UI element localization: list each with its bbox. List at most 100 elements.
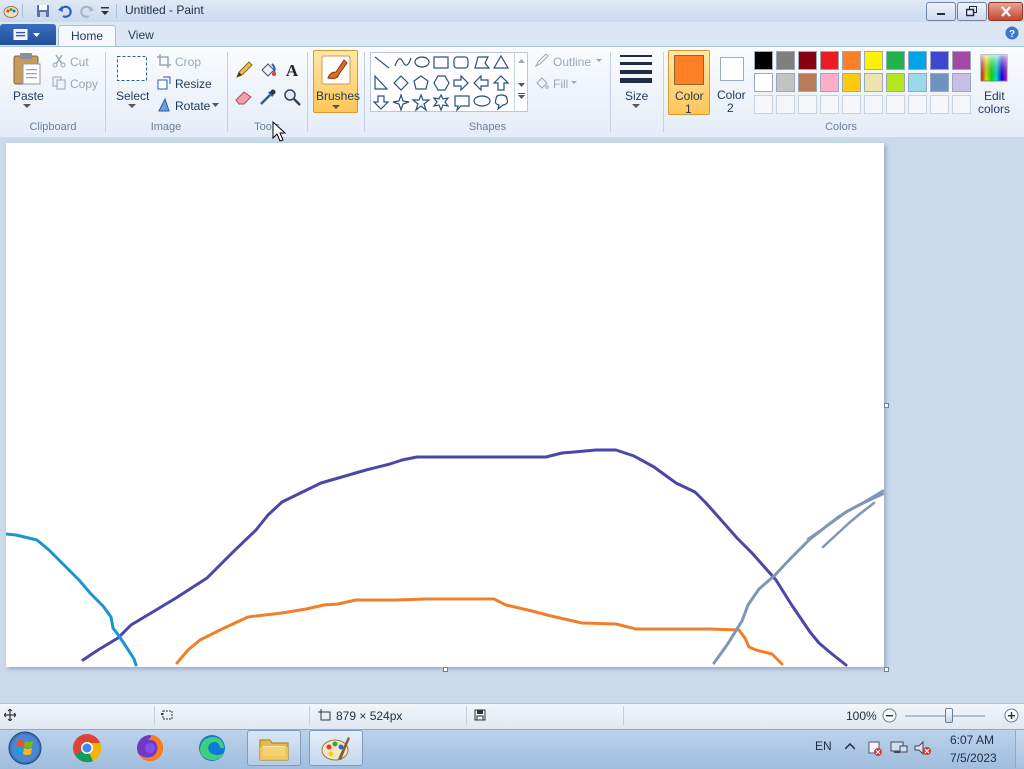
palette-color-swatch[interactable] [842,51,861,70]
clock-date[interactable]: 7/5/2023 [950,751,997,765]
fill-dropdown-icon[interactable] [571,81,577,85]
palette-color-swatch[interactable] [820,51,839,70]
zoom-slider-thumb[interactable] [945,708,953,723]
paint-menu-button[interactable] [0,24,56,45]
color-picker-icon[interactable] [258,87,278,107]
eraser-icon[interactable] [234,87,254,107]
palette-color-swatch[interactable] [776,51,795,70]
fill-with-color-icon[interactable] [258,60,278,80]
undo-icon[interactable] [57,3,73,19]
palette-color-swatch[interactable] [864,73,883,92]
right-arrow-shape-icon [453,74,469,92]
canvas-resize-handle-bottom[interactable] [443,667,448,672]
palette-custom-color-slot[interactable] [864,95,883,114]
palette-color-swatch[interactable] [754,51,773,70]
palette-custom-color-slot[interactable] [820,95,839,114]
color1-button[interactable]: Color 1 [668,50,710,116]
save-icon[interactable] [35,3,51,19]
paint-app-icon[interactable] [3,3,19,19]
palette-color-swatch[interactable] [952,73,971,92]
palette-custom-color-slot[interactable] [930,95,949,114]
palette-color-swatch[interactable] [952,51,971,70]
taskbar-chrome[interactable] [60,730,114,766]
select-dropdown-icon[interactable] [128,104,136,109]
outline-button[interactable]: Outline [553,55,591,69]
rotate-dropdown-icon[interactable] [212,103,219,107]
paste-icon[interactable] [11,52,43,86]
text-icon[interactable]: A [282,60,302,80]
palette-color-swatch[interactable] [798,73,817,92]
outline-dropdown-icon[interactable] [596,59,602,63]
action-center-icon[interactable] [866,740,882,756]
shapes-scrollbar[interactable] [514,53,528,111]
palette-color-swatch[interactable] [908,73,927,92]
palette-custom-color-slot[interactable] [886,95,905,114]
redo-icon[interactable] [79,3,95,19]
resize-button[interactable]: Resize [175,77,212,91]
brushes-button[interactable]: Brushes [313,50,360,113]
edit-colors-icon[interactable] [979,53,1009,83]
canvas-resize-handle-right[interactable] [884,403,889,408]
select-icon[interactable] [116,55,148,83]
zoom-out-icon[interactable] [882,708,897,723]
volume-muted-icon[interactable] [914,740,932,756]
cut-button[interactable]: Cut [70,55,89,69]
palette-color-swatch[interactable] [754,73,773,92]
show-hidden-icons-icon[interactable] [845,743,855,750]
crop-button[interactable]: Crop [175,55,201,69]
pencil-icon[interactable] [234,60,254,80]
palette-color-swatch[interactable] [886,73,905,92]
palette-color-swatch[interactable] [864,51,883,70]
taskbar-paint[interactable] [309,730,363,766]
select-button-label[interactable]: Select [116,89,149,103]
palette-custom-color-slot[interactable] [842,95,861,114]
copy-button[interactable]: Copy [70,77,98,91]
start-button-icon[interactable] [4,730,46,767]
taskbar-edge[interactable] [185,730,239,766]
palette-custom-color-slot[interactable] [754,95,773,114]
tab-home[interactable]: Home [58,25,117,47]
taskbar-file-explorer[interactable] [247,730,301,766]
minimize-button[interactable] [926,2,956,21]
palette-custom-color-slot[interactable] [798,95,817,114]
rotate-button[interactable]: Rotate [175,99,210,113]
magnifier-icon[interactable] [282,87,302,107]
network-icon[interactable] [890,740,908,756]
restore-button[interactable] [957,2,987,21]
clock-time[interactable]: 6:07 AM [950,733,994,747]
drawing-canvas[interactable] [6,143,884,667]
paint-icon [321,737,350,761]
customize-quick-access-icon[interactable] [99,5,111,17]
paste-button-label[interactable]: Paste [13,89,44,103]
fill-button[interactable]: Fill [553,77,568,91]
group-divider [364,52,365,132]
palette-custom-color-slot[interactable] [908,95,927,114]
palette-color-swatch[interactable] [930,73,949,92]
zoom-in-icon[interactable] [1004,708,1019,723]
palette-custom-color-slot[interactable] [776,95,795,114]
paste-dropdown-icon[interactable] [23,104,31,109]
taskbar-firefox[interactable] [123,730,177,766]
show-desktop-button[interactable] [1015,730,1024,768]
help-icon[interactable]: ? [1005,26,1019,40]
tab-view[interactable]: View [116,25,166,46]
palette-color-swatch[interactable] [886,51,905,70]
palette-color-swatch[interactable] [798,51,817,70]
palette-color-swatch[interactable] [776,73,795,92]
colors-group-label: Colors [825,121,857,133]
palette-color-swatch[interactable] [820,73,839,92]
color2-button[interactable]: Color 2 [712,50,752,115]
language-indicator[interactable]: EN [815,739,832,753]
palette-color-swatch[interactable] [842,73,861,92]
size-icon[interactable] [619,53,653,83]
palette-color-swatch[interactable] [930,51,949,70]
close-button[interactable] [988,2,1023,21]
palette-color-swatch[interactable] [908,51,927,70]
edit-colors-label-1[interactable]: Edit [984,89,1005,103]
canvas-resize-handle-corner[interactable] [884,667,889,672]
palette-custom-color-slot[interactable] [952,95,971,114]
close-icon [1000,6,1011,17]
size-dropdown-icon[interactable] [632,104,640,109]
edit-colors-label-2[interactable]: colors [978,102,1010,116]
size-button-label[interactable]: Size [625,89,648,103]
